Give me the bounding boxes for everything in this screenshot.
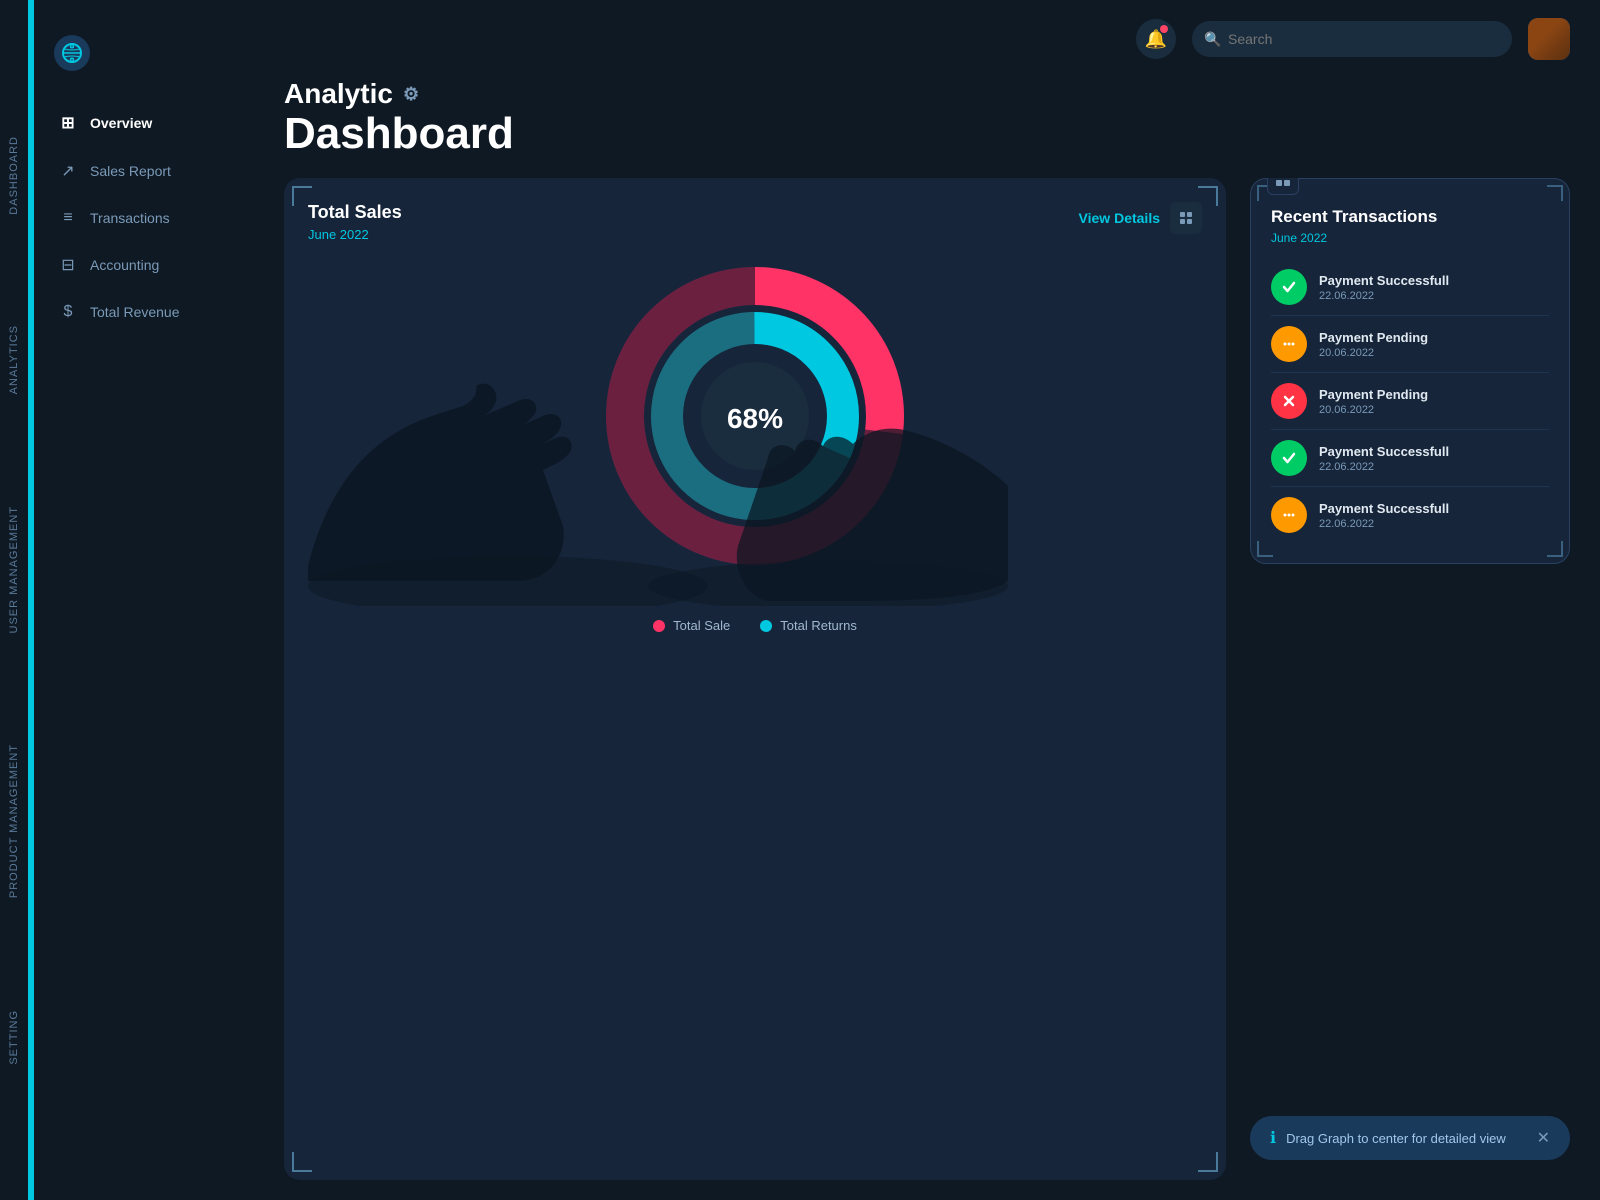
tx-date-4: 22.06.2022 bbox=[1319, 461, 1549, 473]
section-label-user-management: User Management bbox=[8, 506, 20, 633]
tx-date-1: 22.06.2022 bbox=[1319, 290, 1549, 302]
section-label-product-management: Product Management bbox=[8, 744, 20, 898]
tx-icon-3 bbox=[1271, 383, 1307, 419]
chart-section: Total Sales June 2022 View Details bbox=[284, 178, 1226, 1180]
sidebar-nav: ⊞ Overview ↗ Sales Report ≡ Transactions… bbox=[34, 101, 254, 1180]
info-icon: ℹ bbox=[1270, 1128, 1276, 1148]
view-details-button[interactable]: View Details bbox=[1079, 210, 1160, 226]
tx-title-3: Payment Pending bbox=[1319, 387, 1549, 402]
tx-icon-5 bbox=[1271, 497, 1307, 533]
toast-close-button[interactable]: ✕ bbox=[1537, 1128, 1550, 1148]
tx-icon-1 bbox=[1271, 269, 1307, 305]
tx-title-4: Payment Successfull bbox=[1319, 444, 1549, 459]
sidebar-item-label-transactions: Transactions bbox=[90, 210, 170, 226]
legend-total-sale: Total Sale bbox=[653, 618, 730, 633]
main-content: 🔔 🔍 Analytic ⚙ Dashboard bbox=[254, 0, 1600, 1200]
chart-title: Total Sales bbox=[308, 202, 402, 223]
transactions-icon: ≡ bbox=[58, 209, 78, 227]
overview-icon: ⊞ bbox=[58, 113, 78, 133]
legend-dot-sale bbox=[653, 620, 665, 632]
sales-report-icon: ↗ bbox=[58, 161, 78, 181]
sidebar-item-transactions[interactable]: ≡ Transactions bbox=[44, 197, 244, 239]
app-logo bbox=[54, 35, 90, 71]
transaction-item-1: Payment Successfull 22.06.2022 bbox=[1271, 259, 1549, 316]
revenue-icon: $ bbox=[58, 303, 78, 321]
transactions-month: June 2022 bbox=[1271, 231, 1549, 245]
logo-area bbox=[34, 20, 254, 101]
legend-label-returns: Total Returns bbox=[780, 618, 857, 633]
search-input[interactable] bbox=[1192, 21, 1512, 57]
page-title-analytic: Analytic bbox=[284, 78, 393, 110]
grid-icon bbox=[1267, 178, 1299, 195]
sidebar-item-label-sales: Sales Report bbox=[90, 163, 171, 179]
transaction-item-3: Payment Pending 20.06.2022 bbox=[1271, 373, 1549, 430]
sidebar-item-label-revenue: Total Revenue bbox=[90, 304, 180, 320]
svg-text:68%: 68% bbox=[727, 403, 783, 434]
transaction-item-2: Payment Pending 20.06.2022 bbox=[1271, 316, 1549, 373]
legend-dot-returns bbox=[760, 620, 772, 632]
tx-date-2: 20.06.2022 bbox=[1319, 347, 1549, 359]
tx-title-2: Payment Pending bbox=[1319, 330, 1549, 345]
transaction-item-4: Payment Successfull 22.06.2022 bbox=[1271, 430, 1549, 487]
bracket-br bbox=[1198, 1152, 1218, 1172]
info-toast: ℹ Drag Graph to center for detailed view… bbox=[1250, 1116, 1570, 1160]
search-icon: 🔍 bbox=[1204, 31, 1221, 48]
tx-bracket-bl bbox=[1257, 541, 1273, 557]
page-title-top: Analytic ⚙ bbox=[284, 78, 1570, 110]
tx-bracket-tr bbox=[1547, 185, 1563, 201]
legend-label-sale: Total Sale bbox=[673, 618, 730, 633]
tx-info-3: Payment Pending 20.06.2022 bbox=[1319, 387, 1549, 416]
tx-title-1: Payment Successfull bbox=[1319, 273, 1549, 288]
bracket-tr bbox=[1198, 186, 1218, 206]
tx-bracket-br bbox=[1547, 541, 1563, 557]
avatar[interactable] bbox=[1528, 18, 1570, 60]
transactions-card: Recent Transactions June 2022 Payment Su… bbox=[1250, 178, 1570, 564]
sidebar-item-sales-report[interactable]: ↗ Sales Report bbox=[44, 149, 244, 193]
bracket-tl bbox=[292, 186, 312, 206]
donut-chart-wrapper: 68% bbox=[308, 226, 1202, 606]
legend-total-returns: Total Returns bbox=[760, 618, 857, 633]
header: 🔔 🔍 bbox=[254, 0, 1600, 78]
sidebar-item-overview[interactable]: ⊞ Overview bbox=[44, 101, 244, 145]
section-label-analytics: Analytics bbox=[8, 325, 20, 394]
tx-date-5: 22.06.2022 bbox=[1319, 518, 1549, 530]
sidebar-item-label-accounting: Accounting bbox=[90, 257, 159, 273]
notification-badge bbox=[1160, 25, 1168, 33]
tx-info-4: Payment Successfull 22.06.2022 bbox=[1319, 444, 1549, 473]
tx-title-5: Payment Successfull bbox=[1319, 501, 1549, 516]
transactions-title: Recent Transactions bbox=[1271, 207, 1549, 227]
page-title-main: Dashboard bbox=[284, 110, 1570, 158]
accounting-icon: ⊟ bbox=[58, 255, 78, 275]
sidebar-item-total-revenue[interactable]: $ Total Revenue bbox=[44, 291, 244, 333]
tx-icon-2 bbox=[1271, 326, 1307, 362]
chart-legend: Total Sale Total Returns bbox=[308, 606, 1202, 637]
sidebar-item-accounting[interactable]: ⊟ Accounting bbox=[44, 243, 244, 287]
settings-gear-icon[interactable]: ⚙ bbox=[403, 84, 419, 105]
tx-info-2: Payment Pending 20.06.2022 bbox=[1319, 330, 1549, 359]
sidebar: ⊞ Overview ↗ Sales Report ≡ Transactions… bbox=[34, 0, 254, 1200]
tx-icon-4 bbox=[1271, 440, 1307, 476]
tx-info-5: Payment Successfull 22.06.2022 bbox=[1319, 501, 1549, 530]
search-wrapper: 🔍 bbox=[1192, 21, 1512, 57]
transaction-item-5: Payment Successfull 22.06.2022 bbox=[1271, 487, 1549, 543]
donut-chart-svg: 68% bbox=[585, 246, 925, 586]
section-label-dashboard: Dashboard bbox=[8, 136, 20, 215]
notification-bell-button[interactable]: 🔔 bbox=[1136, 19, 1176, 59]
tx-info-1: Payment Successfull 22.06.2022 bbox=[1319, 273, 1549, 302]
bracket-bl bbox=[292, 1152, 312, 1172]
avatar-image bbox=[1528, 18, 1570, 60]
tx-date-3: 20.06.2022 bbox=[1319, 404, 1549, 416]
chart-card: Total Sales June 2022 View Details bbox=[284, 178, 1226, 1180]
page-title-area: Analytic ⚙ Dashboard bbox=[254, 78, 1600, 178]
content-area: Total Sales June 2022 View Details bbox=[254, 178, 1600, 1200]
sidebar-item-label-overview: Overview bbox=[90, 115, 152, 131]
section-label-setting: Setting bbox=[8, 1010, 20, 1065]
right-panel: Recent Transactions June 2022 Payment Su… bbox=[1250, 178, 1570, 1180]
sidebar-section-labels: Dashboard Analytics User Management Prod… bbox=[0, 0, 28, 1200]
toast-message: Drag Graph to center for detailed view bbox=[1286, 1131, 1506, 1146]
